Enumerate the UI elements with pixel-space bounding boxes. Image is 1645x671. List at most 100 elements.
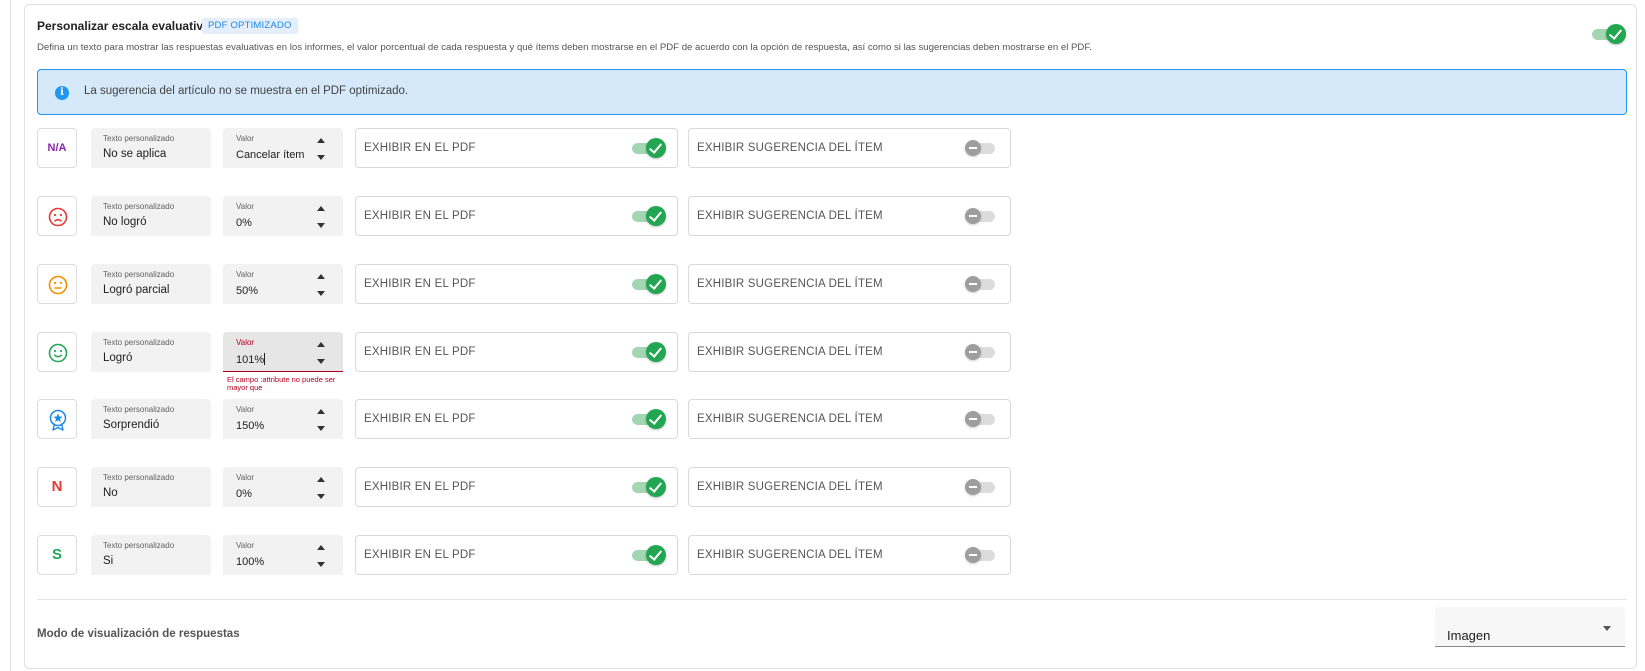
value-label: Valor [236, 405, 255, 414]
value-stepper[interactable] [317, 136, 327, 162]
arrow-down-icon[interactable] [317, 223, 325, 228]
arrow-down-icon[interactable] [317, 155, 325, 160]
arrow-down-icon[interactable] [317, 562, 325, 567]
show-suggestion-switch: EXHIBIR SUGERENCIA DEL ÍTEM [688, 196, 1011, 236]
show-suggestion-label: EXHIBIR SUGERENCIA DEL ÍTEM [697, 278, 883, 290]
show-in-pdf-label: EXHIBIR EN EL PDF [364, 413, 476, 425]
custom-text-field[interactable]: Texto personalizado Logró parcial [91, 264, 211, 304]
show-in-pdf-switch: EXHIBIR EN EL PDF [355, 467, 678, 507]
arrow-down-icon[interactable] [317, 494, 325, 499]
custom-text-value: Logró [103, 352, 133, 364]
scale-row-partial: Texto personalizado Logró parcial Valor … [37, 264, 1017, 306]
check-icon [646, 274, 666, 294]
show-suggestion-switch: EXHIBIR SUGERENCIA DEL ÍTEM [688, 332, 1011, 372]
show-in-pdf-toggle[interactable] [632, 206, 666, 226]
info-alert: i La sugerencia del artículo no se muest… [37, 69, 1627, 115]
value-select[interactable]: Valor 100% [223, 535, 343, 575]
show-suggestion-label: EXHIBIR SUGERENCIA DEL ÍTEM [697, 481, 883, 493]
show-in-pdf-switch: EXHIBIR EN EL PDF [355, 332, 678, 372]
custom-text-label: Texto personalizado [103, 405, 175, 414]
arrow-down-icon[interactable] [317, 426, 325, 431]
check-icon [646, 545, 666, 565]
value-stepper[interactable] [317, 543, 327, 569]
show-in-pdf-label: EXHIBIR EN EL PDF [364, 549, 476, 561]
value-input-error[interactable]: Valor 101% [223, 332, 343, 372]
arrow-down-icon[interactable] [317, 291, 325, 296]
show-suggestion-toggle[interactable] [965, 138, 999, 158]
check-icon [646, 342, 666, 362]
custom-text-field[interactable]: Texto personalizado No [91, 467, 211, 507]
custom-text-field[interactable]: Texto personalizado Si [91, 535, 211, 575]
show-suggestion-switch: EXHIBIR SUGERENCIA DEL ÍTEM [688, 399, 1011, 439]
display-mode-label: Modo de visualización de respuestas [37, 628, 240, 640]
show-in-pdf-toggle[interactable] [632, 545, 666, 565]
minus-icon [965, 276, 981, 292]
custom-text-value: Logró parcial [103, 284, 170, 296]
left-divider [10, 0, 11, 671]
value-label: Valor [236, 338, 255, 347]
show-suggestion-toggle[interactable] [965, 342, 999, 362]
arrow-up-icon[interactable] [317, 138, 325, 143]
minus-icon [965, 547, 981, 563]
minus-icon [965, 411, 981, 427]
show-suggestion-toggle[interactable] [965, 545, 999, 565]
value-stepper[interactable] [317, 340, 327, 366]
value-stepper[interactable] [317, 204, 327, 230]
value-stepper[interactable] [317, 407, 327, 433]
value-text: 50% [236, 285, 259, 297]
custom-text-label: Texto personalizado [103, 134, 175, 143]
value-select[interactable]: Valor Cancelar ítem [223, 128, 343, 168]
custom-text-value: No logró [103, 216, 147, 228]
show-suggestion-toggle[interactable] [965, 274, 999, 294]
response-icon-box: N/A [37, 128, 77, 168]
show-suggestion-toggle[interactable] [965, 409, 999, 429]
value-select[interactable]: Valor 50% [223, 264, 343, 304]
arrow-up-icon[interactable] [317, 477, 325, 482]
minus-icon [965, 479, 981, 495]
show-in-pdf-toggle[interactable] [632, 274, 666, 294]
pdf-optimized-badge: PDF OPTIMIZADO [202, 18, 298, 34]
custom-text-field[interactable]: Texto personalizado Sorprendió [91, 399, 211, 439]
show-in-pdf-toggle[interactable] [632, 138, 666, 158]
check-icon [646, 206, 666, 226]
show-suggestion-toggle[interactable] [965, 206, 999, 226]
show-in-pdf-toggle[interactable] [632, 477, 666, 497]
custom-text-field[interactable]: Texto personalizado No se aplica [91, 128, 211, 168]
show-suggestion-toggle[interactable] [965, 477, 999, 497]
award-star-icon [49, 409, 67, 431]
value-select[interactable]: Valor 150% [223, 399, 343, 439]
letter-s-icon: S [51, 546, 62, 563]
arrow-up-icon[interactable] [317, 342, 325, 347]
value-select[interactable]: Valor 0% [223, 467, 343, 507]
custom-text-label: Texto personalizado [103, 338, 175, 347]
show-suggestion-switch: EXHIBIR SUGERENCIA DEL ÍTEM [688, 128, 1011, 168]
chevron-down-icon [1603, 626, 1611, 631]
value-label: Valor [236, 134, 255, 143]
value-select[interactable]: Valor 0% [223, 196, 343, 236]
display-mode-select[interactable]: Imagen [1435, 607, 1625, 647]
sad-face-icon [48, 207, 68, 227]
response-icon-box [37, 264, 77, 304]
arrow-up-icon[interactable] [317, 206, 325, 211]
check-icon [646, 409, 666, 429]
custom-text-label: Texto personalizado [103, 270, 175, 279]
value-stepper[interactable] [317, 475, 327, 501]
scale-row-na: N/A Texto personalizado No se aplica Val… [37, 128, 1017, 170]
arrow-down-icon[interactable] [317, 359, 325, 364]
show-in-pdf-label: EXHIBIR EN EL PDF [364, 142, 476, 154]
show-suggestion-switch: EXHIBIR SUGERENCIA DEL ÍTEM [688, 535, 1011, 575]
custom-text-field[interactable]: Texto personalizado No logró [91, 196, 211, 236]
show-in-pdf-switch: EXHIBIR EN EL PDF [355, 264, 678, 304]
custom-text-field[interactable]: Texto personalizado Logró [91, 332, 211, 372]
info-alert-text: La sugerencia del artículo no se muestra… [84, 85, 409, 97]
show-suggestion-label: EXHIBIR SUGERENCIA DEL ÍTEM [697, 142, 883, 154]
arrow-up-icon[interactable] [317, 409, 325, 414]
value-label: Valor [236, 473, 255, 482]
value-stepper[interactable] [317, 272, 327, 298]
enable-custom-scale-toggle[interactable] [1592, 24, 1626, 44]
show-in-pdf-toggle[interactable] [632, 409, 666, 429]
show-in-pdf-toggle[interactable] [632, 342, 666, 362]
scale-row-yes: S Texto personalizado Si Valor 100% EXHI… [37, 535, 1017, 577]
arrow-up-icon[interactable] [317, 545, 325, 550]
arrow-up-icon[interactable] [317, 274, 325, 279]
